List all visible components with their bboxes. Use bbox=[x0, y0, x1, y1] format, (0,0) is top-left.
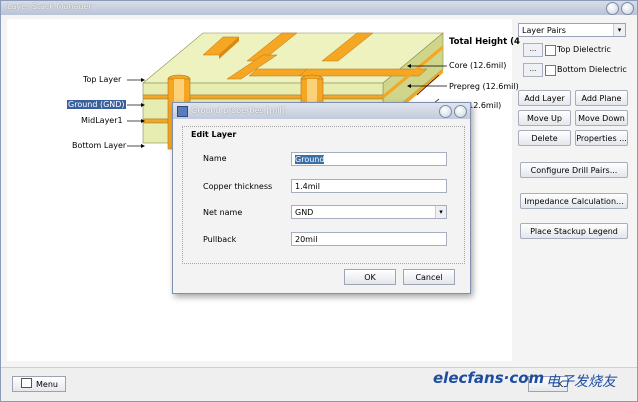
menu-icon bbox=[21, 378, 32, 388]
pullback-value: 20mil bbox=[295, 235, 318, 244]
dialog-ok-button[interactable]: OK bbox=[344, 269, 396, 285]
name-label: Name bbox=[203, 154, 227, 163]
name-input-value: Ground bbox=[295, 155, 325, 164]
copper-thickness-label: Copper thickness bbox=[203, 182, 273, 191]
total-height-label: Total Height (4 bbox=[449, 37, 520, 47]
top-dielectric-browse-button[interactable]: ... bbox=[523, 43, 543, 57]
help-icon[interactable] bbox=[606, 2, 619, 15]
delete-button[interactable]: Delete bbox=[518, 130, 571, 146]
name-input[interactable]: Ground bbox=[291, 152, 447, 166]
dialog-help-icon[interactable] bbox=[439, 105, 452, 118]
dialog-app-icon bbox=[177, 106, 188, 117]
copper-thickness-input[interactable]: 1.4mil bbox=[291, 179, 447, 193]
dialog-title: Ground properties [mil] bbox=[191, 106, 285, 115]
edit-layer-group: Edit Layer Name Ground Copper thickness … bbox=[182, 126, 465, 264]
menu-label: Menu bbox=[36, 380, 58, 389]
dialog-titlebar[interactable]: Ground properties [mil] bbox=[173, 103, 470, 119]
pullback-input[interactable]: 20mil bbox=[291, 232, 447, 246]
layer-label-mid[interactable]: MidLayer1 bbox=[81, 116, 123, 125]
window-titlebar[interactable]: Layer Stack Manager bbox=[1, 1, 637, 15]
bottom-dielectric-label: Bottom Dielectric bbox=[557, 65, 627, 74]
top-dielectric-label: Top Dielectric bbox=[557, 45, 611, 54]
chevron-down-icon[interactable]: ▾ bbox=[613, 24, 625, 36]
watermark-brand: elecfans·com bbox=[433, 369, 545, 387]
preset-combo-value: Layer Pairs bbox=[522, 26, 566, 35]
preset-combo[interactable]: Layer Pairs ▾ bbox=[518, 23, 626, 37]
net-name-label: Net name bbox=[203, 208, 243, 217]
add-plane-button[interactable]: Add Plane bbox=[575, 90, 628, 106]
configure-drill-pairs-button[interactable]: Configure Drill Pairs... bbox=[520, 162, 628, 178]
place-stackup-legend-button[interactable]: Place Stackup Legend bbox=[520, 223, 628, 239]
watermark-chinese: 电子发烧友 bbox=[546, 374, 616, 390]
pullback-label: Pullback bbox=[203, 235, 237, 244]
add-layer-button[interactable]: Add Layer bbox=[518, 90, 571, 106]
move-up-button[interactable]: Move Up bbox=[518, 110, 571, 126]
layer-label-top[interactable]: Top Layer bbox=[83, 75, 121, 84]
chevron-down-icon[interactable]: ▾ bbox=[435, 206, 446, 218]
bottom-dielectric-checkbox[interactable] bbox=[545, 65, 556, 76]
dialog-cancel-button[interactable]: Cancel bbox=[403, 269, 455, 285]
properties-button[interactable]: Properties ... bbox=[575, 130, 628, 146]
layer-label-ground[interactable]: Ground (GND) bbox=[67, 100, 126, 109]
impedance-calculation-button[interactable]: Impedance Calculation... bbox=[520, 193, 628, 209]
layer-label-bottom[interactable]: Bottom Layer bbox=[72, 141, 126, 150]
prepreg-callout: Prepreg (12.6mil) bbox=[449, 82, 519, 91]
core-callout: Core (12.6mil) bbox=[449, 61, 507, 70]
close-icon[interactable] bbox=[621, 2, 634, 15]
bottom-dielectric-browse-button[interactable]: ... bbox=[523, 63, 543, 77]
ground-properties-dialog: Ground properties [mil] Edit Layer Name … bbox=[172, 102, 471, 294]
net-name-value: GND bbox=[295, 208, 314, 217]
window-title: Layer Stack Manager bbox=[7, 2, 92, 11]
net-name-select[interactable]: GND ▾ bbox=[291, 205, 447, 219]
top-dielectric-checkbox[interactable] bbox=[545, 45, 556, 56]
copper-thickness-value: 1.4mil bbox=[295, 182, 320, 191]
menu-button[interactable]: Menu bbox=[12, 376, 66, 392]
layer-stack-manager-window: Layer Stack Manager Top Layer Ground (GN… bbox=[0, 0, 638, 402]
edit-layer-group-title: Edit Layer bbox=[191, 130, 237, 139]
move-down-button[interactable]: Move Down bbox=[575, 110, 628, 126]
dialog-close-icon[interactable] bbox=[454, 105, 467, 118]
